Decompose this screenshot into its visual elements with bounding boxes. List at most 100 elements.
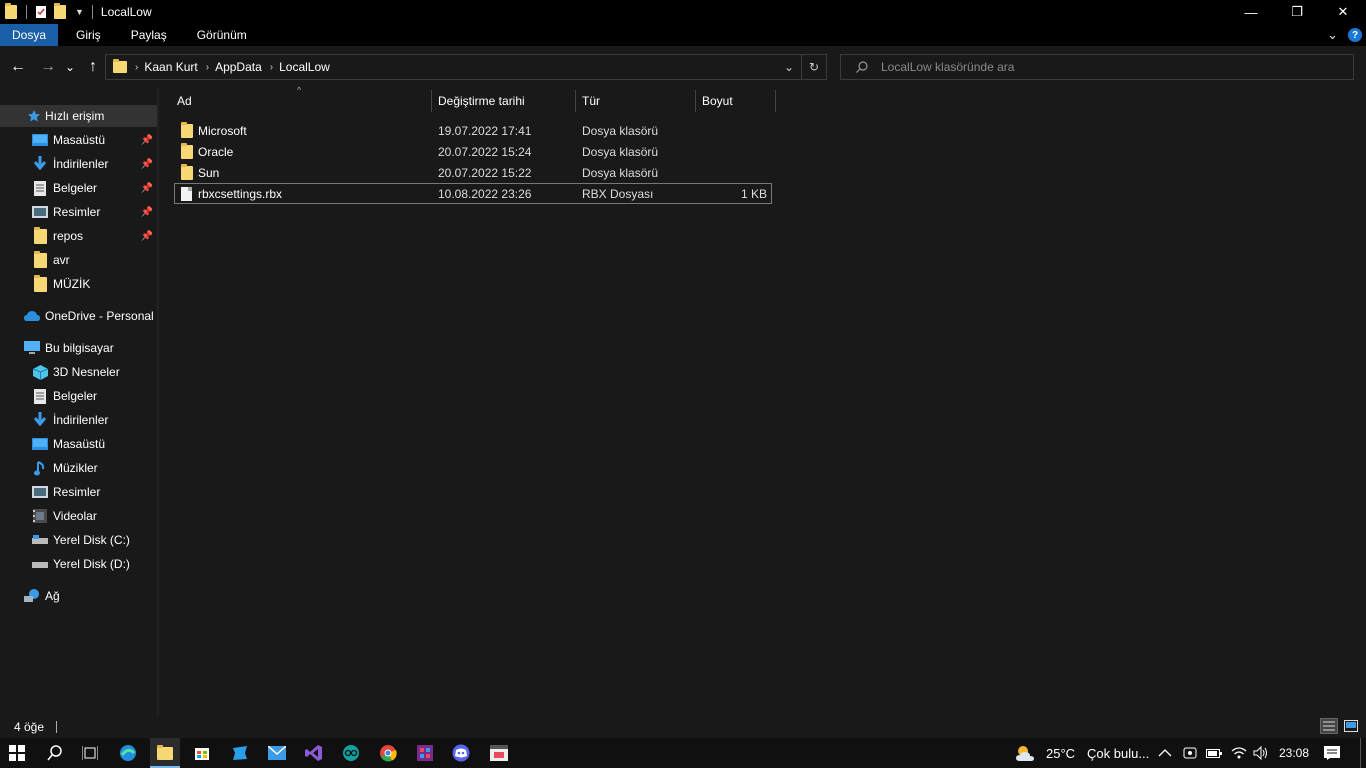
column-divider[interactable] <box>575 90 576 112</box>
search-box[interactable] <box>840 54 1354 80</box>
chevron-right-icon[interactable]: › <box>135 62 138 73</box>
clock[interactable]: 23:08 <box>1279 738 1309 768</box>
sidebar-item-pictures[interactable]: Resimler 📌 <box>0 201 157 223</box>
file-explorer-button[interactable] <box>150 738 180 768</box>
tab-view[interactable]: Görünüm <box>185 24 259 46</box>
column-divider[interactable] <box>695 90 696 112</box>
sidebar-item-onedrive[interactable]: OneDrive - Personal <box>0 305 157 327</box>
volume-button[interactable] <box>1253 738 1269 768</box>
address-bar[interactable]: › Kaan Kurt › AppData › LocalLow ⌄ ↻ <box>105 54 827 80</box>
chrome-icon <box>380 745 397 762</box>
file-row-oracle[interactable]: Oracle 20.07.2022 15:24 Dosya klasörü <box>174 141 772 162</box>
sidebar-item-drive-c[interactable]: Yerel Disk (C:) <box>0 529 157 551</box>
sidebar-item-desktop[interactable]: Masaüstü 📌 <box>0 129 157 151</box>
sidebar-item-downloads-pc[interactable]: İndirilenler <box>0 409 157 431</box>
tab-home[interactable]: Giriş <box>64 24 113 46</box>
folder-icon <box>5 3 19 19</box>
file-date: 10.08.2022 23:26 <box>438 186 532 201</box>
weather-widget[interactable]: 25°C Çok bulu... <box>1014 738 1149 768</box>
address-dropdown-button[interactable]: ⌄ <box>777 60 801 74</box>
tab-share[interactable]: Paylaş <box>119 24 179 46</box>
discord-icon <box>452 744 470 762</box>
notification-icon <box>1324 746 1340 760</box>
minimize-button[interactable]: — <box>1228 0 1274 24</box>
sidebar-item-drive-d[interactable]: Yerel Disk (D:) <box>0 553 157 575</box>
network-button[interactable] <box>1231 738 1247 768</box>
sidebar-item-documents-pc[interactable]: Belgeler <box>0 385 157 407</box>
file-row-sun[interactable]: Sun 20.07.2022 15:22 Dosya klasörü <box>174 162 772 183</box>
column-header-size[interactable]: Boyut <box>702 88 774 114</box>
sidebar-item-label: MÜZİK <box>53 277 91 291</box>
app-button[interactable] <box>414 742 436 764</box>
sidebar-item-documents[interactable]: Belgeler 📌 <box>0 177 157 199</box>
sidebar-item-desktop-pc[interactable]: Masaüstü <box>0 433 157 455</box>
sidebar-item-repos[interactable]: repos 📌 <box>0 225 157 247</box>
sidebar-item-3d-objects[interactable]: 3D Nesneler <box>0 361 157 383</box>
back-button[interactable]: ← <box>8 57 28 77</box>
chrome-button[interactable] <box>377 742 399 764</box>
meet-now-button[interactable] <box>1183 738 1197 768</box>
taskbar: 25°C Çok bulu... 23:08 <box>0 738 1366 768</box>
chevron-right-icon[interactable]: › <box>270 62 273 73</box>
chevron-up-icon <box>1158 749 1172 757</box>
restore-button[interactable]: ❐ <box>1274 0 1320 24</box>
sidebar-item-avr[interactable]: avr <box>0 249 157 271</box>
search-button[interactable] <box>44 742 66 764</box>
visual-studio-button[interactable] <box>303 742 325 764</box>
refresh-button[interactable]: ↻ <box>802 60 826 74</box>
sidebar-item-videos[interactable]: Videolar <box>0 505 157 527</box>
search-icon <box>856 61 868 73</box>
notifications-button[interactable] <box>1324 738 1340 768</box>
file-row-rbxcsettings[interactable]: rbxcsettings.rbx 10.08.2022 23:26 RBX Do… <box>174 183 772 204</box>
arduino-button[interactable] <box>340 742 362 764</box>
azure-data-studio-button[interactable] <box>229 742 251 764</box>
sidebar-item-music[interactable]: Müzikler <box>0 457 157 479</box>
edge-button[interactable] <box>117 742 139 764</box>
sidebar-item-network[interactable]: Ağ <box>0 585 157 607</box>
sidebar-item-quick-access[interactable]: Hızlı erişim <box>0 105 157 127</box>
column-header-date[interactable]: Değiştirme tarihi <box>438 88 574 114</box>
task-view-button[interactable] <box>79 742 101 764</box>
up-button[interactable]: ↑ <box>83 57 103 77</box>
properties-icon[interactable] <box>34 5 48 19</box>
microsoft-store-button[interactable] <box>191 742 213 764</box>
forward-button[interactable]: → <box>38 57 58 77</box>
close-button[interactable]: ✕ <box>1320 0 1366 24</box>
column-divider[interactable] <box>431 90 432 112</box>
app-icon <box>233 746 247 760</box>
network-icon <box>24 589 40 603</box>
column-header-type[interactable]: Tür <box>582 88 694 114</box>
customize-toolbar-dropdown[interactable]: ▼ <box>75 7 84 17</box>
app-button-2[interactable] <box>488 742 510 764</box>
column-header-name[interactable]: Ad <box>177 88 431 114</box>
show-desktop-button[interactable] <box>1360 738 1361 768</box>
show-hidden-icons-button[interactable] <box>1158 738 1172 768</box>
sidebar-item-label: Videolar <box>53 509 97 523</box>
computer-icon <box>24 341 40 355</box>
search-input[interactable] <box>881 60 1321 74</box>
discord-button[interactable] <box>450 742 472 764</box>
expand-ribbon-button[interactable]: ⌄ <box>1327 27 1338 43</box>
sidebar-item-this-pc[interactable]: Bu bilgisayar <box>0 337 157 359</box>
breadcrumb-appdata[interactable]: AppData <box>215 60 262 74</box>
tab-file[interactable]: Dosya <box>0 24 59 46</box>
battery-button[interactable] <box>1206 738 1222 768</box>
file-date: 19.07.2022 17:41 <box>438 123 532 138</box>
help-icon[interactable]: ? <box>1348 28 1362 42</box>
recent-locations-button[interactable]: ⌄ <box>62 57 78 77</box>
sidebar-item-muzik[interactable]: MÜZİK <box>0 273 157 295</box>
start-button[interactable] <box>6 742 28 764</box>
new-folder-icon[interactable] <box>54 3 68 19</box>
sidebar-item-downloads[interactable]: İndirilenler 📌 <box>0 153 157 175</box>
sidebar-item-pictures-pc[interactable]: Resimler <box>0 481 157 503</box>
column-divider[interactable] <box>775 90 776 112</box>
file-row-microsoft[interactable]: Microsoft 19.07.2022 17:41 Dosya klasörü <box>174 120 772 141</box>
sidebar-item-label: Hızlı erişim <box>45 109 105 123</box>
mail-button[interactable] <box>266 742 288 764</box>
breadcrumb-kaan-kurt[interactable]: Kaan Kurt <box>144 60 197 74</box>
breadcrumb-locallow[interactable]: LocalLow <box>279 60 330 74</box>
large-icons-view-button[interactable] <box>1342 718 1360 734</box>
details-view-button[interactable] <box>1320 718 1338 734</box>
chevron-right-icon[interactable]: › <box>206 62 209 73</box>
pin-icon: 📌 <box>140 182 153 194</box>
